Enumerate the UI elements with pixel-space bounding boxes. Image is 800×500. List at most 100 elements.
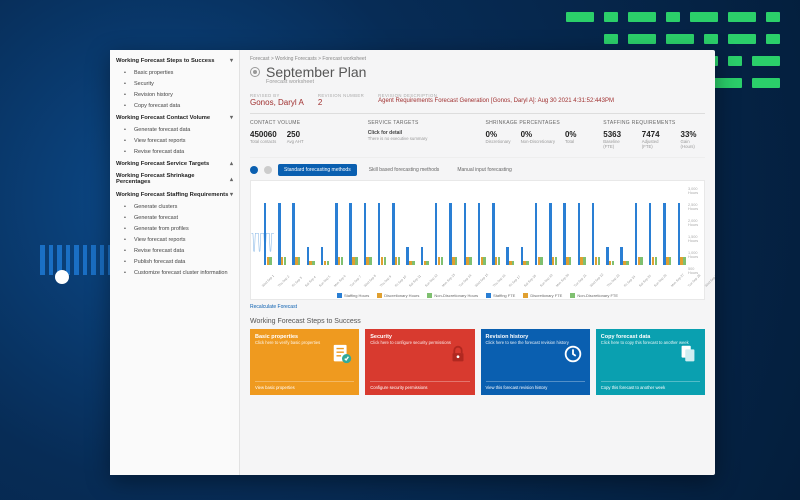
eye-icon[interactable] [250, 67, 260, 77]
page-title: September Plan [266, 64, 366, 80]
checklist-icon [331, 343, 353, 365]
revision-row: REVISED BY Gonos, Daryl A REVISION NUMBE… [250, 89, 705, 114]
stat-shrinkage[interactable]: SHRINKAGE PERCENTAGES 0%Discretionary 0%… [486, 120, 588, 149]
stat-staffing[interactable]: STAFFING REQUIREMENTS 5363Baseline (FTE)… [603, 120, 705, 149]
sidebar-item[interactable]: •View forecast reports [110, 234, 239, 245]
legend-item: Discretionary FTE [523, 293, 562, 298]
recalculate-link[interactable]: Recalculate Forecast [250, 304, 705, 310]
stat-service-targets[interactable]: SERVICE TARGETS Click for detail There i… [368, 120, 470, 149]
sidebar-group[interactable]: Working Forecast Staffing Requirements▾ [110, 188, 239, 201]
bar-group [489, 187, 500, 265]
bar-group [660, 187, 671, 265]
sidebar-item[interactable]: •Revision history [110, 89, 239, 100]
bar-group [518, 187, 529, 265]
revision-number-label: REVISION NUMBER [318, 93, 364, 98]
legend-item: Non-Discretionary FTE [570, 293, 618, 298]
app-window: Working Forecast Steps to Success▾•Basic… [110, 50, 715, 475]
revision-desc-value: Agent Requirements Forecast Generation [… [378, 98, 705, 104]
decorative-dot [55, 270, 69, 284]
bar-group [418, 187, 429, 265]
sidebar-item[interactable]: •Generate forecast [110, 212, 239, 223]
sidebar-item[interactable]: •Basic properties [110, 67, 239, 78]
chevron-icon: ▾ [230, 57, 233, 64]
sidebar: Working Forecast Steps to Success▾•Basic… [110, 50, 240, 475]
history-icon [562, 343, 584, 365]
bar-group [304, 187, 315, 265]
bar-group [446, 187, 457, 265]
bar-group [646, 187, 657, 265]
sidebar-item[interactable]: •Security [110, 78, 239, 89]
tab-skill[interactable]: Skill based forecasting methods [363, 164, 446, 176]
menu-item-icon: • [124, 204, 130, 210]
bar-group [603, 187, 614, 265]
chevron-icon: ▴ [230, 160, 233, 167]
menu-item-icon: • [124, 226, 130, 232]
revised-by-value: Gonos, Daryl A [250, 98, 304, 107]
bar-group [461, 187, 472, 265]
toggle-off-icon[interactable] [264, 166, 272, 174]
legend-item: Staffing Hours [337, 293, 369, 298]
breadcrumb: Forecast > Working Forecasts > Forecast … [250, 56, 705, 62]
bar-group [561, 187, 572, 265]
tab-manual[interactable]: Manual input forecasting [451, 164, 517, 176]
bar-group [589, 187, 600, 265]
revision-number-value: 2 [318, 98, 364, 107]
menu-item-icon: • [124, 237, 130, 243]
bar-group [389, 187, 400, 265]
sidebar-item[interactable]: •Generate clusters [110, 201, 239, 212]
sidebar-group[interactable]: Working Forecast Steps to Success▾ [110, 54, 239, 67]
tab-standard[interactable]: Standard forecasting methods [278, 164, 357, 176]
bar-group [404, 187, 415, 265]
sidebar-item[interactable]: •Revise forecast data [110, 245, 239, 256]
menu-item-icon: • [124, 259, 130, 265]
stat-contact-volume[interactable]: CONTACT VOLUME 450060Total contacts 250A… [250, 120, 352, 149]
menu-item-icon: • [124, 70, 130, 76]
chevron-icon: ▾ [230, 114, 233, 121]
sidebar-item[interactable]: •Generate forecast data [110, 124, 239, 135]
sidebar-item[interactable]: •View forecast reports [110, 135, 239, 146]
bar-group [275, 187, 286, 265]
bar-group [546, 187, 557, 265]
menu-item-icon: • [124, 270, 130, 276]
steps-heading: Working Forecast Steps to Success [250, 318, 705, 325]
tile-copy-forecast[interactable]: Copy forecast dataClick here to copy thi… [596, 329, 705, 395]
bar-group [675, 187, 686, 265]
sidebar-item[interactable]: •Revise forecast data [110, 146, 239, 157]
toggle-on-icon[interactable] [250, 166, 258, 174]
legend-item: Staffing FTE [486, 293, 515, 298]
menu-item-icon: • [124, 81, 130, 87]
bar-group [618, 187, 629, 265]
sidebar-item[interactable]: •Copy forecast data [110, 100, 239, 111]
bar-group [532, 187, 543, 265]
legend-item: Discretionary Hours [377, 293, 419, 298]
bar-group [290, 187, 301, 265]
stats-row: CONTACT VOLUME 450060Total contacts 250A… [250, 114, 705, 158]
sidebar-group[interactable]: Working Forecast Service Targets▴ [110, 157, 239, 170]
menu-item-icon: • [124, 248, 130, 254]
chevron-icon: ▴ [230, 176, 233, 183]
copy-icon [677, 343, 699, 365]
sidebar-group[interactable]: Working Forecast Contact Volume▾ [110, 111, 239, 124]
bar-group [432, 187, 443, 265]
sidebar-item[interactable]: •Customize forecast cluster information [110, 267, 239, 278]
tile-security[interactable]: SecurityClick here to configure security… [365, 329, 474, 395]
main-panel: Forecast > Working Forecasts > Forecast … [240, 50, 715, 475]
sidebar-group[interactable]: Working Forecast Shrinkage Percentages▴ [110, 170, 239, 188]
menu-item-icon: • [124, 215, 130, 221]
bar-group [475, 187, 486, 265]
bar-group [318, 187, 329, 265]
bar-group [575, 187, 586, 265]
menu-item-icon: • [124, 103, 130, 109]
menu-item-icon: • [124, 92, 130, 98]
bar-group [632, 187, 643, 265]
steps-tiles: Basic propertiesClick here to verify bas… [250, 329, 705, 395]
tile-basic-properties[interactable]: Basic propertiesClick here to verify bas… [250, 329, 359, 395]
sidebar-item[interactable]: •Generate from profiles [110, 223, 239, 234]
chart-tabs: Standard forecasting methods Skill based… [250, 164, 705, 176]
tile-revision-history[interactable]: Revision historyClick here to see the fo… [481, 329, 590, 395]
chevron-icon: ▾ [230, 191, 233, 198]
menu-item-icon: • [124, 127, 130, 133]
bar-group [361, 187, 372, 265]
legend-item: Non-Discretionary Hours [427, 293, 478, 298]
sidebar-item[interactable]: •Publish forecast data [110, 256, 239, 267]
